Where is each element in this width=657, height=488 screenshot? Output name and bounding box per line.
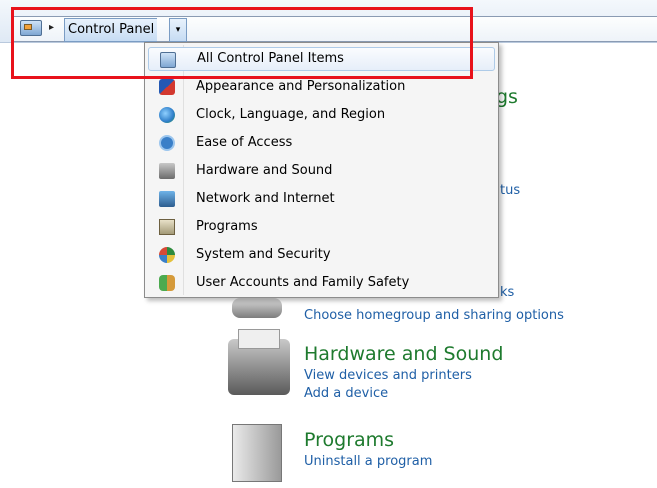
hardware-icon <box>159 163 175 179</box>
homegroup-link[interactable]: Choose homegroup and sharing options <box>304 308 564 323</box>
ease-of-access-icon <box>159 135 175 151</box>
hardware-category-title[interactable]: Hardware and Sound <box>304 343 503 365</box>
menu-item-label: User Accounts and Family Safety <box>196 275 410 290</box>
programs-icon <box>159 219 175 235</box>
network-icon <box>159 191 175 207</box>
homegroup-icon <box>232 298 282 318</box>
add-device-link[interactable]: Add a device <box>304 386 503 401</box>
menu-item-ease-of-access[interactable]: Ease of Access <box>148 131 495 155</box>
programs-category-title[interactable]: Programs <box>304 429 432 451</box>
menu-item-label: Clock, Language, and Region <box>196 107 386 122</box>
link-fragment[interactable]: ks <box>500 285 514 300</box>
menu-item-system-and-security[interactable]: System and Security <box>148 243 495 267</box>
menu-item-programs[interactable]: Programs <box>148 215 495 239</box>
uninstall-program-link[interactable]: Uninstall a program <box>304 454 432 469</box>
users-icon <box>159 275 175 291</box>
menu-item-label: Hardware and Sound <box>196 163 333 178</box>
menu-item-clock-language-region[interactable]: Clock, Language, and Region <box>148 103 495 127</box>
menu-item-label: Ease of Access <box>196 135 293 150</box>
control-panel-dropdown-menu: All Control Panel Items Appearance and P… <box>144 42 499 298</box>
hardware-category: Hardware and Sound View devices and prin… <box>304 343 503 401</box>
clock-icon <box>159 107 175 123</box>
view-devices-link[interactable]: View devices and printers <box>304 368 503 383</box>
menu-item-hardware-and-sound[interactable]: Hardware and Sound <box>148 159 495 183</box>
link-fragment[interactable]: tus <box>500 183 520 198</box>
highlight-annotation <box>11 7 473 79</box>
security-icon <box>159 247 175 263</box>
appearance-icon <box>159 79 175 95</box>
menu-item-label: Network and Internet <box>196 191 335 206</box>
menu-item-label: Programs <box>196 219 258 234</box>
programs-category: Programs Uninstall a program <box>304 429 432 469</box>
menu-item-network-and-internet[interactable]: Network and Internet <box>148 187 495 211</box>
hardware-and-sound-icon <box>228 329 290 395</box>
programs-icon <box>232 424 282 482</box>
menu-item-label: System and Security <box>196 247 331 262</box>
category-title-fragment: gs <box>496 86 518 108</box>
menu-item-user-accounts[interactable]: User Accounts and Family Safety <box>148 271 495 295</box>
